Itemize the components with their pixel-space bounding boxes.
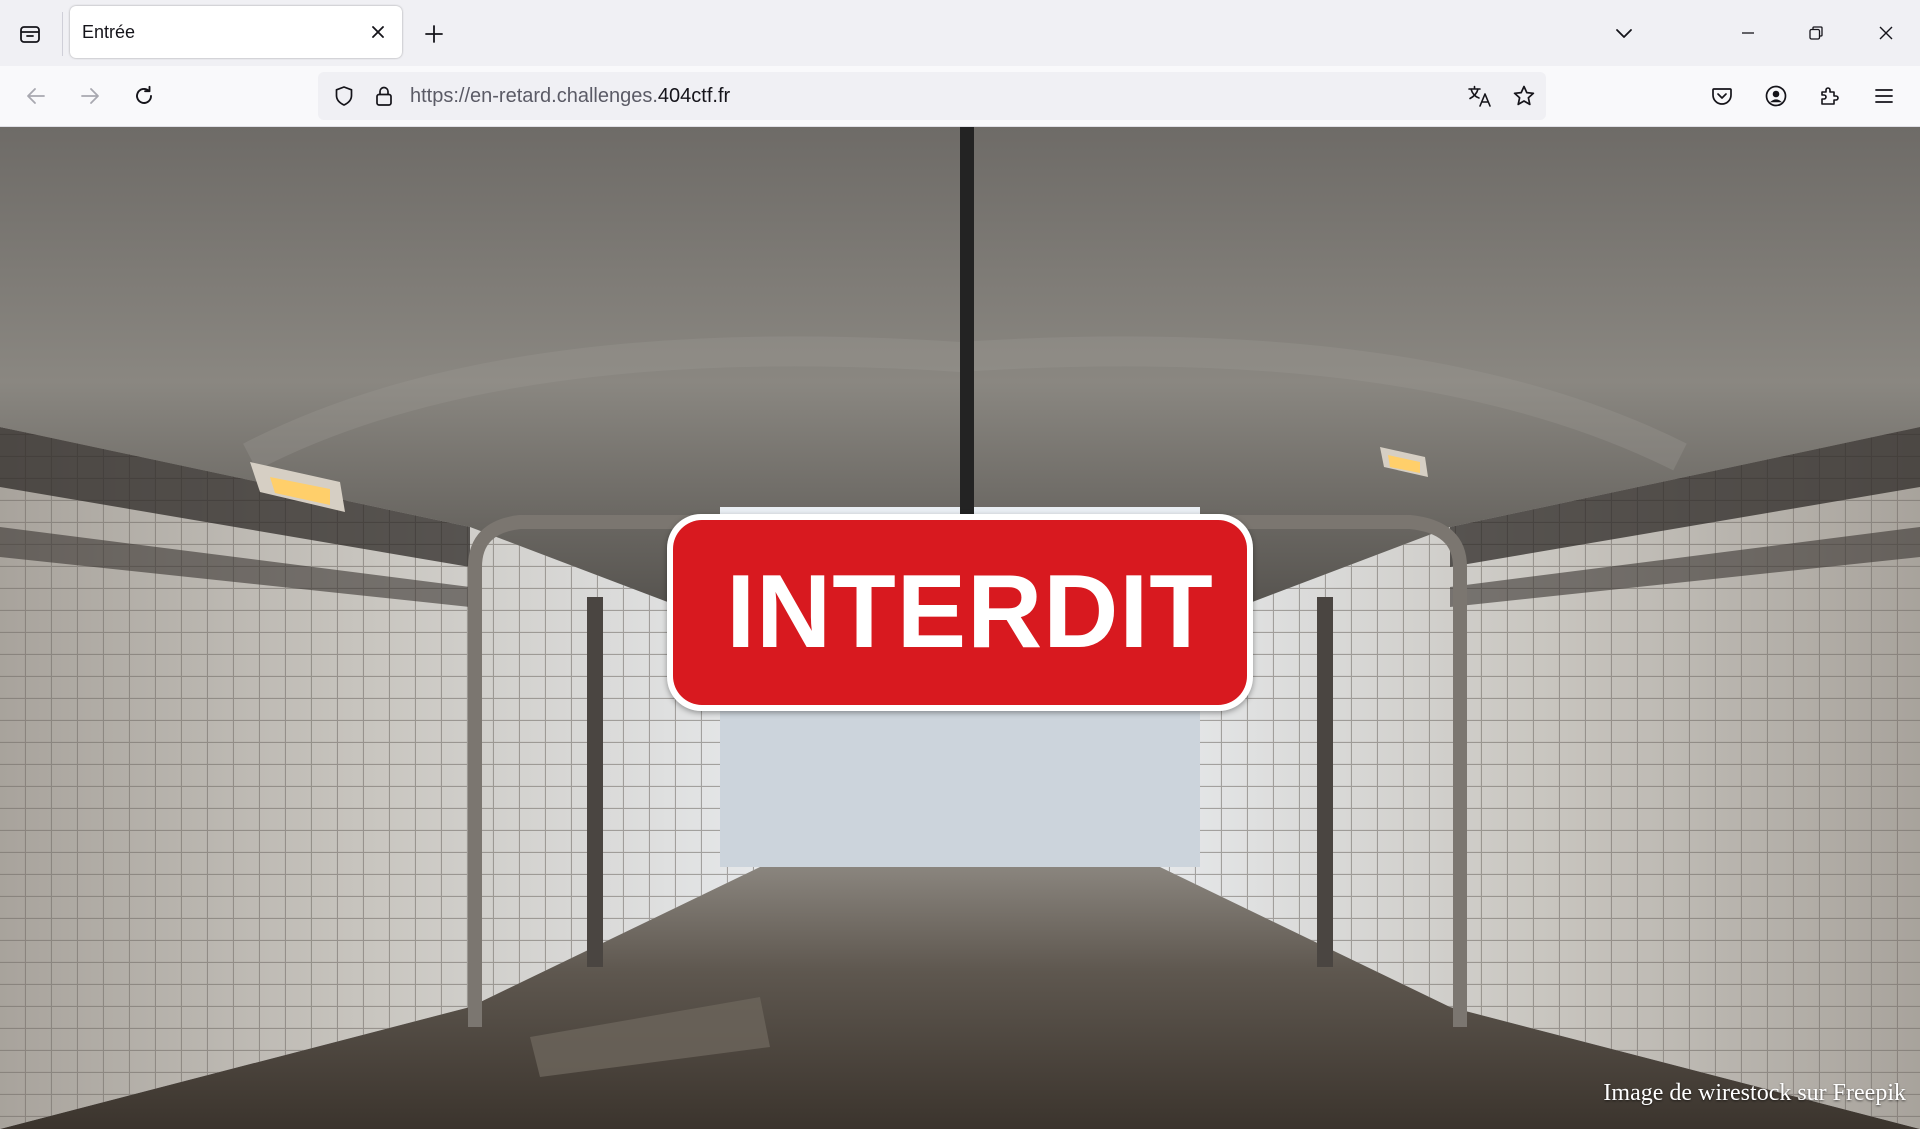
- tab-entree[interactable]: Entrée: [70, 6, 402, 58]
- new-tab-button[interactable]: [414, 14, 454, 54]
- sign-panel: INTERDIT: [673, 520, 1247, 705]
- shield-icon: [335, 86, 353, 106]
- pocket-icon: [1712, 88, 1732, 105]
- close-window-button[interactable]: [1862, 10, 1910, 56]
- close-icon: [372, 26, 384, 38]
- url-text[interactable]: https://en-retard.challenges.404ctf.fr: [410, 85, 730, 108]
- tab-title: Entrée: [82, 22, 136, 42]
- arrow-left-icon: [27, 88, 45, 104]
- lock-icon: [376, 86, 392, 106]
- close-tab-button[interactable]: [364, 18, 392, 46]
- back-button[interactable]: [16, 76, 56, 116]
- extensions-button[interactable]: [1810, 76, 1850, 116]
- translate-button[interactable]: [1464, 80, 1496, 112]
- url-prefix: https://en-retard.challenges.: [410, 85, 658, 107]
- minimize-button[interactable]: [1724, 10, 1772, 56]
- restore-icon: [1809, 26, 1823, 40]
- site-info-button[interactable]: [368, 80, 400, 112]
- tracking-protection-button[interactable]: [328, 80, 360, 112]
- url-domain: 404ctf.fr: [657, 85, 731, 107]
- arrow-right-icon: [81, 88, 99, 104]
- translate-icon: [1468, 85, 1491, 107]
- bookmark-button[interactable]: [1508, 80, 1540, 112]
- account-icon: [1765, 85, 1787, 107]
- reload-icon: [136, 85, 152, 104]
- minimize-icon: [1742, 32, 1754, 34]
- list-all-tabs-button[interactable]: [1604, 14, 1644, 54]
- tab-bar: Entrée: [0, 0, 1920, 66]
- hamburger-icon: [1875, 89, 1893, 103]
- interdit-sign: INTERDIT: [667, 514, 1253, 711]
- tab-list-icon: [20, 26, 40, 43]
- forward-button[interactable]: [70, 76, 110, 116]
- tab-list-button[interactable]: [10, 14, 50, 54]
- chevron-down-icon: [1616, 29, 1632, 38]
- close-icon: [1879, 26, 1893, 40]
- pocket-button[interactable]: [1702, 76, 1742, 116]
- puzzle-icon: [1821, 87, 1839, 105]
- address-bar[interactable]: https://en-retard.challenges.404ctf.fr: [318, 72, 1546, 120]
- menu-button[interactable]: [1864, 76, 1904, 116]
- restore-button[interactable]: [1792, 10, 1840, 56]
- navigation-toolbar: https://en-retard.challenges.404ctf.fr: [0, 66, 1920, 127]
- page-content: INTERDIT Image de wirestock sur Freepik: [0, 127, 1920, 1129]
- tab-separator: [62, 12, 63, 56]
- plus-icon: [425, 25, 443, 43]
- sign-text: INTERDIT: [726, 554, 1214, 670]
- reload-button[interactable]: [124, 76, 164, 116]
- account-button[interactable]: [1756, 76, 1796, 116]
- image-credit: Image de wirestock sur Freepik: [1603, 1080, 1906, 1106]
- star-icon: [1513, 85, 1535, 106]
